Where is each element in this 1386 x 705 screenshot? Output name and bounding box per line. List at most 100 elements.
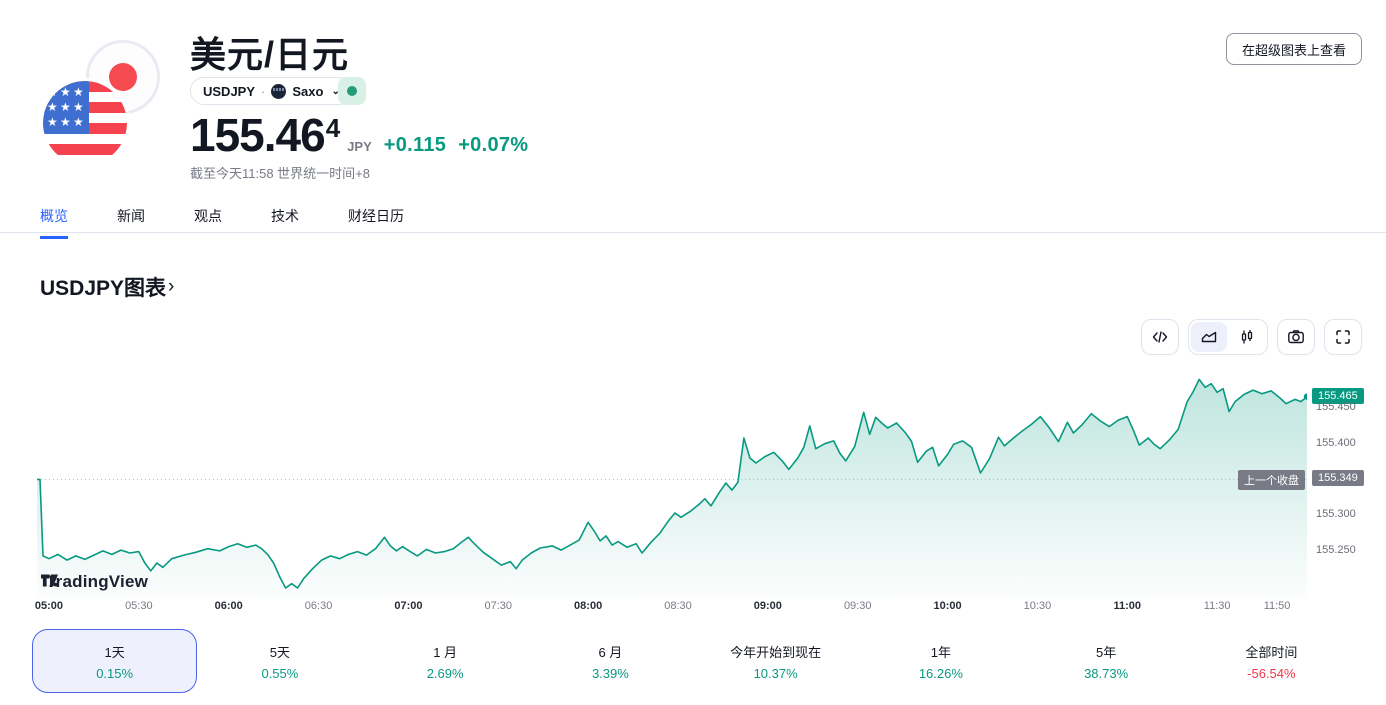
svg-text:★: ★ (60, 115, 71, 129)
x-tick: 06:30 (289, 600, 349, 612)
last-price: 155.46 (190, 108, 325, 162)
svg-text:★: ★ (60, 85, 71, 99)
open-superchart-button[interactable]: 在超级图表上查看 (1226, 33, 1362, 65)
x-tick: 07:00 (378, 600, 438, 612)
tab-news[interactable]: 新闻 (117, 206, 145, 239)
x-tick: 05:00 (19, 600, 79, 612)
time-axis[interactable]: 05:0005:3006:0006:3007:0007:3008:0008:30… (37, 598, 1307, 618)
separator: · (261, 84, 265, 99)
x-tick: 11:00 (1097, 600, 1157, 612)
x-tick: 05:30 (109, 600, 169, 612)
range-6m-change: 3.39% (592, 666, 629, 681)
tab-ideas[interactable]: 观点 (194, 206, 222, 239)
fullscreen-icon (1333, 327, 1353, 347)
tab-overview[interactable]: 概览 (40, 206, 68, 239)
x-tick: 09:00 (738, 600, 798, 612)
y-tick: 155.400 (1316, 437, 1356, 449)
usa-flag-icon: ★★★ ★★★ ★★★ (40, 78, 130, 168)
symbol-selector[interactable]: USDJPY · Saxo ⌄ (190, 77, 353, 105)
chart-section-link[interactable]: USDJPY图表 › (40, 272, 174, 302)
range-5y-label: 5年 (1096, 642, 1116, 661)
chart-style-switcher (1188, 319, 1268, 355)
range-6m[interactable]: 6 月 3.39% (528, 629, 693, 693)
prev-close-price-badge: 155.349 (1312, 470, 1364, 486)
range-all-label: 全部时间 (1245, 642, 1297, 661)
last-price-fraction: 4 (326, 113, 340, 144)
candlestick-icon (1237, 327, 1257, 347)
fullscreen-button[interactable] (1324, 319, 1362, 355)
range-5y-change: 38.73% (1084, 666, 1128, 681)
page-title: 美元/日元 (190, 26, 349, 78)
chevron-right-icon: › (168, 276, 174, 298)
range-1y-change: 16.26% (919, 666, 963, 681)
exchange-name: Saxo (292, 84, 323, 99)
section-tabs: 概览 新闻 观点 技术 财经日历 (40, 206, 404, 239)
price-change-abs: +0.115 (384, 134, 446, 157)
candles-style-button[interactable] (1229, 322, 1265, 352)
range-1m-label: 1 月 (433, 642, 457, 661)
market-status-badge (338, 77, 366, 105)
svg-text:★: ★ (60, 100, 71, 114)
y-tick: 155.450 (1316, 401, 1356, 413)
symbol-ticker: USDJPY (203, 84, 255, 99)
tradingview-logo[interactable]: TradingView (40, 572, 148, 592)
svg-text:★: ★ (47, 100, 58, 114)
range-ytd-change: 10.37% (754, 666, 798, 681)
camera-icon (1286, 327, 1306, 347)
range-1d[interactable]: 1天 0.15% (32, 629, 197, 693)
code-icon (1150, 327, 1170, 347)
x-tick: 09:30 (828, 600, 888, 612)
price-chart-plot[interactable]: 上一个收盘 TradingView (37, 368, 1307, 598)
prev-close-label: 上一个收盘 (1238, 470, 1305, 490)
tradingview-wordmark: TradingView (46, 572, 148, 592)
x-tick: 10:00 (918, 600, 978, 612)
range-1d-change: 0.15% (96, 666, 133, 681)
y-tick: 155.250 (1316, 544, 1356, 556)
price-currency: JPY (347, 139, 372, 154)
range-1m[interactable]: 1 月 2.69% (363, 629, 528, 693)
range-5y[interactable]: 5年 38.73% (1024, 629, 1189, 693)
range-all-change: -56.54% (1247, 666, 1295, 681)
price-row: 155.46 4 JPY +0.115 +0.07% (190, 108, 528, 162)
price-axis[interactable]: 155.465 155.349 155.450155.400155.300155… (1307, 368, 1386, 598)
symbol-flags: ★★★ ★★★ ★★★ (40, 36, 170, 168)
market-open-dot-icon (347, 86, 357, 96)
svg-text:★: ★ (73, 100, 84, 114)
price-change-pct: +0.07% (458, 134, 528, 157)
range-1m-change: 2.69% (427, 666, 464, 681)
svg-text:★: ★ (47, 115, 58, 129)
area-chart-icon (1199, 327, 1219, 347)
as-of-timestamp: 截至今天11:58 世界统一时间+8 (190, 163, 370, 182)
range-all[interactable]: 全部时间 -56.54% (1189, 629, 1354, 693)
svg-text:★: ★ (73, 85, 84, 99)
exchange-logo-icon (271, 84, 286, 99)
svg-text:★: ★ (47, 85, 58, 99)
range-5d-change: 0.55% (261, 666, 298, 681)
area-style-button[interactable] (1191, 322, 1227, 352)
range-1y[interactable]: 1年 16.26% (858, 629, 1023, 693)
range-ytd[interactable]: 今年开始到现在 10.37% (693, 629, 858, 693)
range-5d-label: 5天 (270, 642, 290, 661)
chart-section-title: USDJPY图表 (40, 272, 166, 302)
embed-code-button[interactable] (1141, 319, 1179, 355)
tab-calendar[interactable]: 财经日历 (348, 206, 404, 239)
x-tick: 08:00 (558, 600, 618, 612)
date-range-switcher: 1天 0.15% 5天 0.55% 1 月 2.69% 6 月 3.39% 今年开始到现在 10.… (32, 629, 1354, 693)
x-tick: 11:30 (1187, 600, 1247, 612)
range-5d[interactable]: 5天 0.55% (197, 629, 362, 693)
svg-text:★: ★ (73, 115, 84, 129)
tab-technicals[interactable]: 技术 (271, 206, 299, 239)
x-tick: 08:30 (648, 600, 708, 612)
x-tick: 07:30 (468, 600, 528, 612)
x-tick: 11:50 (1247, 600, 1307, 612)
range-6m-label: 6 月 (598, 642, 622, 661)
x-tick: 10:30 (1007, 600, 1067, 612)
tabs-divider (0, 232, 1386, 233)
x-tick: 06:00 (199, 600, 259, 612)
range-1y-label: 1年 (931, 642, 951, 661)
range-1d-label: 1天 (105, 642, 125, 661)
snapshot-button[interactable] (1277, 319, 1315, 355)
range-ytd-label: 今年开始到现在 (730, 642, 821, 661)
y-tick: 155.300 (1316, 508, 1356, 520)
chart-toolbar (1141, 319, 1362, 355)
